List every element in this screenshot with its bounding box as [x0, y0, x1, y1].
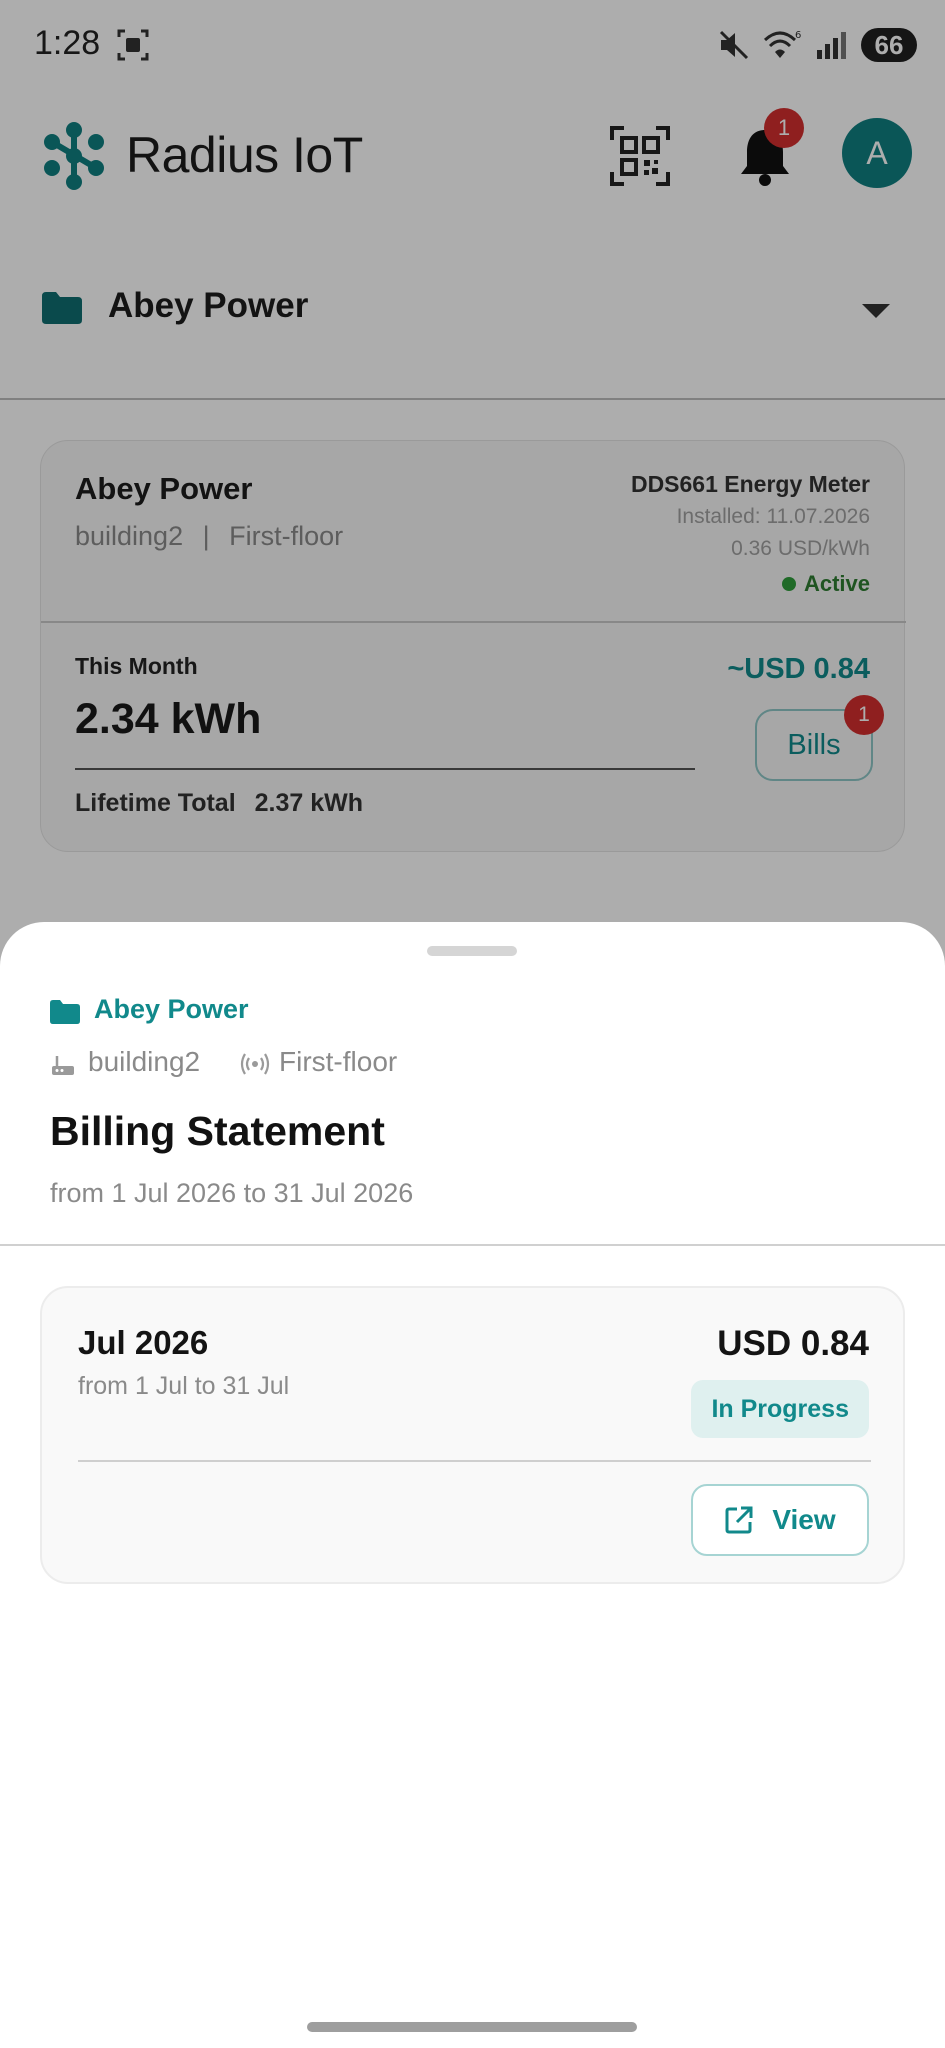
home-indicator[interactable] [307, 2022, 637, 2032]
divider [78, 1460, 871, 1462]
view-button-label: View [772, 1504, 836, 1535]
bill-date-range: from 1 Jul to 31 Jul [78, 1372, 290, 1400]
sheet-project-name: Abey Power [94, 994, 249, 1024]
drag-handle[interactable] [427, 946, 517, 956]
folder-icon [50, 1000, 80, 1024]
statement-date-range: from 1 Jul 2026 to 31 Jul 2026 [50, 1178, 414, 1208]
billing-bottom-sheet: Abey Power building2 First-floor Billing… [0, 922, 945, 2048]
bill-card: Jul 2026 from 1 Jul to 31 Jul USD 0.84 I… [40, 1286, 905, 1584]
router-icon [52, 1056, 74, 1075]
page-title: Billing Statement [50, 1108, 385, 1154]
sheet-building: building2 [88, 1046, 201, 1077]
divider [0, 1244, 945, 1246]
sheet-floor: First-floor [279, 1046, 398, 1077]
bill-amount: USD 0.84 [717, 1324, 869, 1363]
bill-month: Jul 2026 [78, 1324, 209, 1361]
view-bill-button[interactable]: View [691, 1484, 869, 1556]
open-external-icon [725, 1506, 753, 1534]
status-badge: In Progress [691, 1380, 869, 1438]
sensor-signal-icon [240, 1053, 270, 1075]
